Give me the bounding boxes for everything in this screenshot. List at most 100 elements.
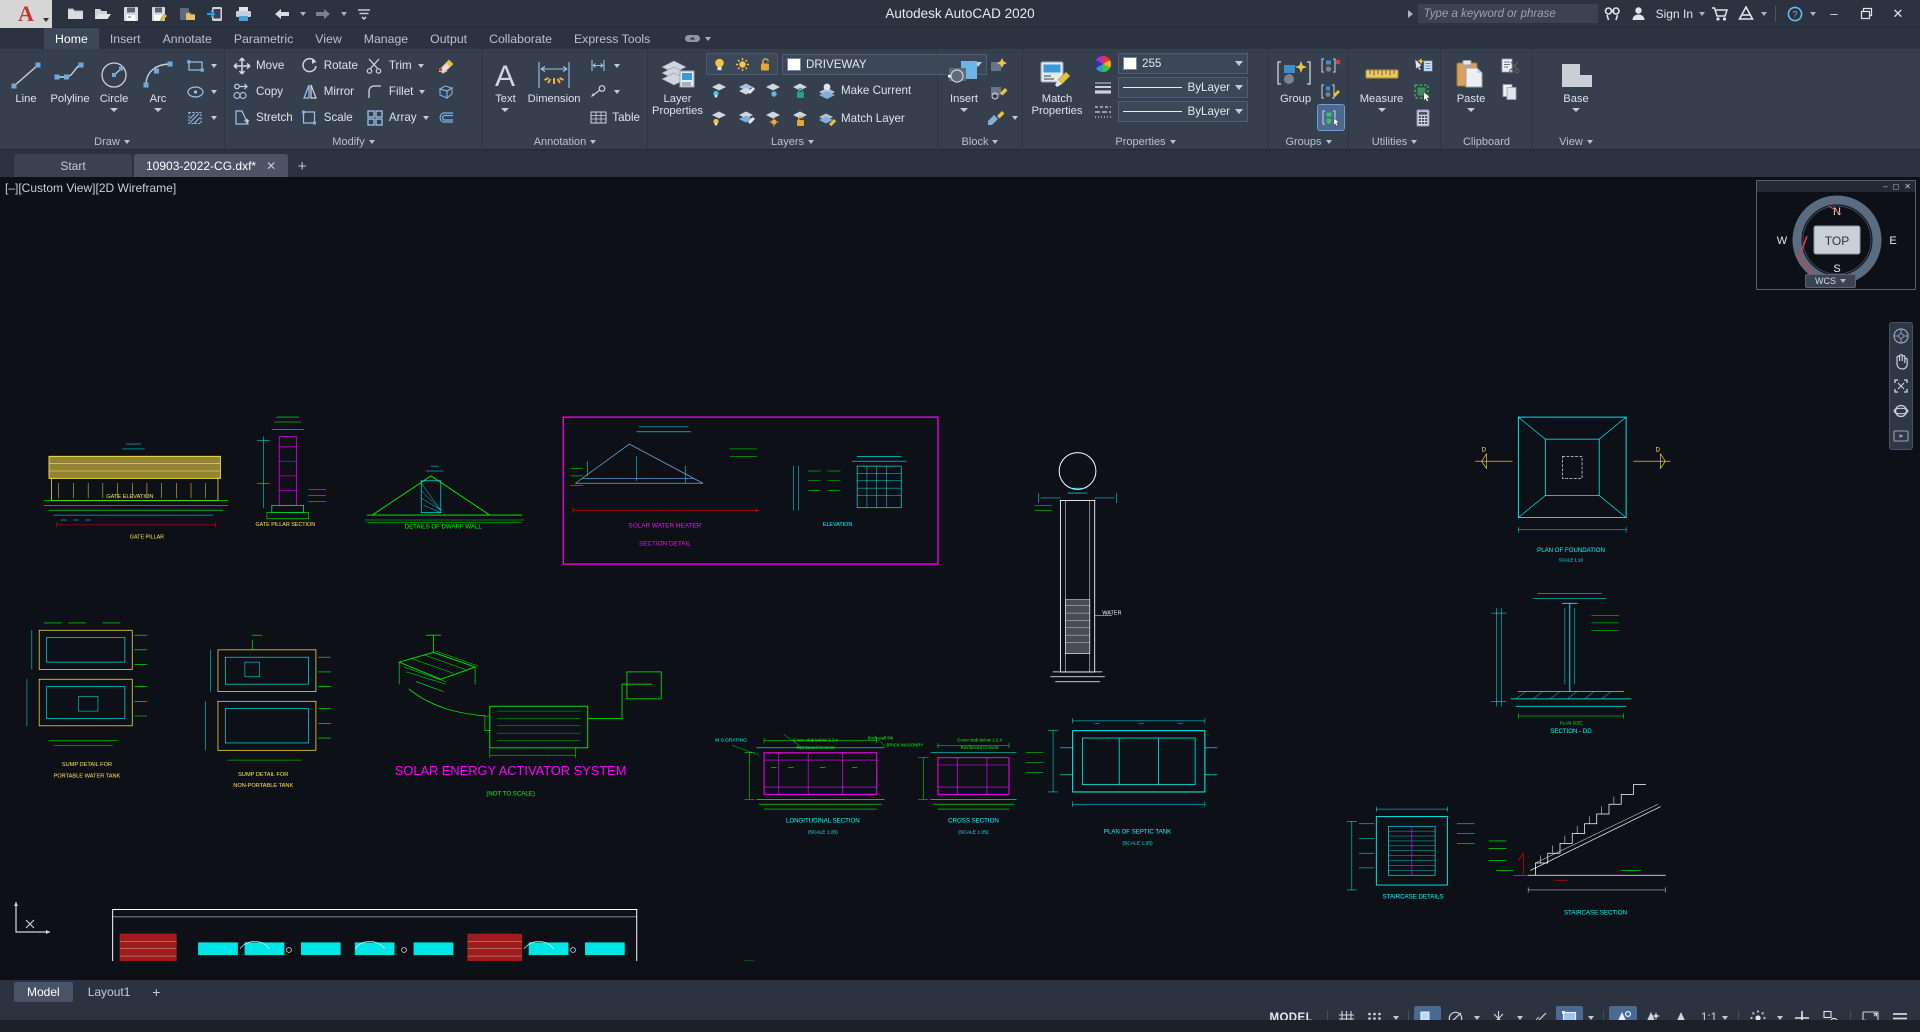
draw-arc-button[interactable]: Arc [136, 53, 180, 112]
object-color-button[interactable] [1091, 53, 1115, 74]
annotation-table-button[interactable]: Table [585, 105, 643, 130]
modify-mirror-button[interactable]: Mirror [297, 79, 361, 104]
ungroup-button[interactable] [1318, 53, 1344, 78]
lineweight-button[interactable] [1091, 101, 1115, 122]
modify-copy-button[interactable]: Copy [229, 79, 296, 104]
steering-wheel-icon[interactable] [1892, 327, 1910, 345]
linetype-combo[interactable]: ByLayer [1118, 77, 1248, 98]
showmotion-icon[interactable] [1892, 427, 1910, 445]
panel-title-view[interactable]: View [1533, 133, 1619, 150]
calculator-button[interactable] [1410, 105, 1436, 130]
modify-fillet-button[interactable]: Fillet [362, 79, 432, 104]
chevron-down-icon[interactable] [1467, 108, 1475, 112]
close-icon[interactable]: ✕ [266, 159, 276, 173]
annotation-linear-dimension-button[interactable] [585, 53, 643, 78]
ucs-selector[interactable]: WCS [1805, 274, 1856, 288]
modify-erase-button[interactable] [433, 53, 459, 78]
layer-properties-button[interactable]: LayerProperties [652, 53, 703, 117]
redo-dropdown-icon[interactable] [338, 2, 349, 26]
chevron-down-icon[interactable] [423, 116, 429, 120]
redo-icon[interactable] [310, 2, 336, 26]
select-all-button[interactable] [1410, 79, 1436, 104]
chevron-down-icon[interactable] [501, 108, 509, 112]
ribbon-tab-home[interactable]: Home [44, 28, 99, 49]
search-help-icon[interactable] [1602, 3, 1624, 25]
panel-title-layers[interactable]: Layers [648, 133, 937, 150]
save-as-icon[interactable] [146, 2, 172, 26]
ribbon-tab-manage[interactable]: Manage [353, 28, 419, 49]
chevron-down-icon[interactable] [1235, 61, 1243, 66]
lineweight-combo[interactable]: ByLayer [1118, 101, 1248, 122]
layout-tab-model[interactable]: Model [14, 982, 73, 1002]
chevron-down-icon[interactable] [211, 116, 217, 120]
modify-rotate-button[interactable]: Rotate [297, 53, 361, 78]
annotation-dimension-button[interactable]: Dimension [524, 53, 584, 106]
paste-button[interactable]: Paste [1445, 53, 1497, 112]
ribbon-tab-annotate[interactable]: Annotate [152, 28, 223, 49]
new-layout-button[interactable]: + [145, 984, 167, 1000]
draw-hatch-button[interactable] [182, 105, 220, 130]
copy-clipboard-button[interactable] [1497, 79, 1523, 104]
chevron-down-icon[interactable] [110, 108, 118, 112]
layer-freeze-button[interactable] [760, 78, 786, 103]
ribbon-tab-express-tools[interactable]: Express Tools [563, 28, 661, 49]
ribbon-tab-collaborate[interactable]: Collaborate [478, 28, 563, 49]
help-dropdown-icon[interactable] [1810, 12, 1816, 16]
save-icon[interactable] [118, 2, 144, 26]
drawing-canvas[interactable]: [–][Custom View][2D Wireframe] [0, 177, 1920, 980]
chevron-down-icon[interactable] [1012, 116, 1018, 120]
chevron-down-icon[interactable] [960, 108, 968, 112]
modify-move-button[interactable]: Move [229, 53, 296, 78]
draw-line-button[interactable]: Line [4, 53, 48, 106]
cart-icon[interactable] [1709, 3, 1731, 25]
draw-circle-button[interactable]: Circle [92, 53, 136, 112]
chevron-down-icon[interactable] [1235, 109, 1243, 114]
layer-unlock-all-button[interactable] [787, 106, 813, 131]
panel-title-properties[interactable]: Properties [1023, 133, 1268, 150]
search-input[interactable] [1418, 4, 1598, 23]
layer-off-button[interactable] [706, 106, 732, 131]
ribbon-tab-output[interactable]: Output [419, 28, 478, 49]
maximize-button[interactable] [1852, 1, 1880, 27]
ribbon-cloud-tab[interactable] [673, 28, 722, 49]
chevron-down-icon[interactable] [1378, 108, 1386, 112]
draw-rectangle-button[interactable] [182, 53, 220, 78]
minimize-button[interactable]: – [1820, 1, 1848, 27]
quick-select-button[interactable] [1410, 53, 1436, 78]
layer-isolate-button[interactable] [706, 78, 732, 103]
layer-thaw-icon[interactable] [731, 55, 753, 73]
layer-unisolate-button[interactable] [733, 78, 759, 103]
layer-unlock-icon[interactable] [754, 55, 776, 73]
panel-title-modify[interactable]: Modify [225, 133, 482, 150]
application-menu-button[interactable]: A [0, 0, 52, 28]
annotation-leader-button[interactable] [585, 79, 643, 104]
layout-tab-layout1[interactable]: Layout1 [75, 982, 144, 1002]
object-color-combo[interactable]: 255 [1118, 53, 1248, 74]
help-icon[interactable]: ? [1784, 3, 1806, 25]
chevron-down-icon[interactable] [154, 108, 162, 112]
layer-on-icon[interactable] [708, 55, 730, 73]
block-create-button[interactable] [986, 53, 1012, 78]
layer-thaw-all-button[interactable] [760, 106, 786, 131]
panel-title-groups[interactable]: Groups [1269, 133, 1348, 150]
file-tab-start[interactable]: Start [14, 154, 132, 177]
new-tab-button[interactable]: + [290, 156, 314, 177]
close-icon[interactable]: ✕ [1904, 182, 1911, 191]
modify-array-button[interactable]: Array [362, 105, 432, 130]
group-button[interactable]: Group [1273, 53, 1318, 106]
plot-icon[interactable] [230, 2, 256, 26]
modify-stretch-button[interactable]: Stretch [229, 105, 296, 130]
linetype-button[interactable] [1091, 77, 1115, 98]
panel-title-utilities[interactable]: Utilities [1349, 133, 1440, 150]
undo-dropdown-icon[interactable] [297, 2, 308, 26]
minimize-icon[interactable]: – [1883, 182, 1887, 191]
layer-lock-button[interactable] [787, 78, 813, 103]
file-tab-drawing[interactable]: 10903-2022-CG.dxf* ✕ [134, 154, 288, 177]
autodesk-app-icon[interactable] [1735, 3, 1757, 25]
undo-icon[interactable] [269, 2, 295, 26]
ribbon-tab-view[interactable]: View [304, 28, 352, 49]
chevron-down-icon[interactable] [1572, 108, 1580, 112]
group-edit-button[interactable] [1318, 79, 1344, 104]
chevron-right-icon[interactable] [1408, 10, 1413, 18]
draw-polyline-button[interactable]: Polyline [48, 53, 92, 106]
